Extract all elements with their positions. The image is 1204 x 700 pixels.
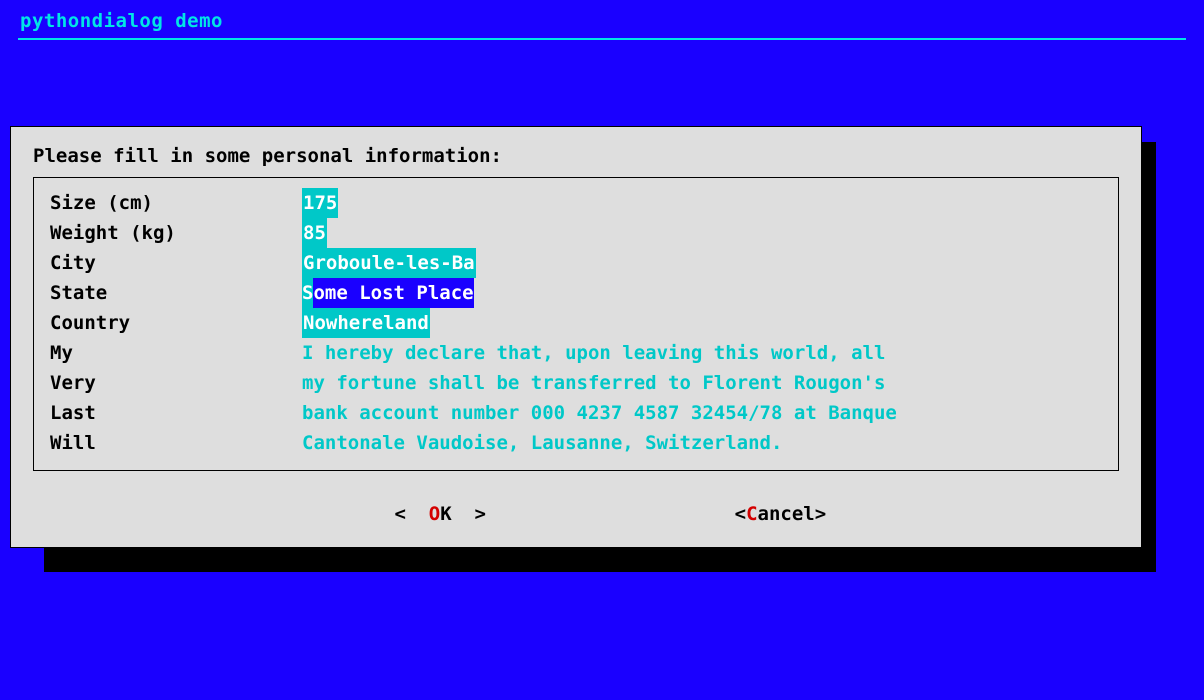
label-country: Country xyxy=(50,308,302,338)
cancel-open-bracket: < xyxy=(735,503,746,525)
field-row-state: State S ome Lost Place xyxy=(50,278,1102,308)
cancel-rest: ancel xyxy=(758,503,815,525)
will-line-0[interactable]: I hereby declare that, upon leaving this… xyxy=(302,338,1102,368)
label-weight: Weight (kg) xyxy=(50,218,302,248)
input-weight[interactable]: 85 xyxy=(302,218,327,248)
ok-open-bracket: < xyxy=(394,503,428,525)
app-title: pythondialog demo xyxy=(0,0,1204,36)
input-size[interactable]: 175 xyxy=(302,188,338,218)
dialog-prompt: Please fill in some personal information… xyxy=(33,145,1119,167)
will-row-2: Last bank account number 000 4237 4587 3… xyxy=(50,398,1102,428)
will-line-2[interactable]: bank account number 000 4237 4587 32454/… xyxy=(302,398,1102,428)
label-will-0: My xyxy=(50,338,302,368)
input-state[interactable]: S ome Lost Place xyxy=(302,278,474,308)
input-city[interactable]: Groboule-les-Ba xyxy=(302,248,476,278)
ok-rest: K xyxy=(440,503,451,525)
ok-button[interactable]: < OK > xyxy=(326,481,486,547)
field-row-weight: Weight (kg) 85 xyxy=(50,218,1102,248)
label-city: City xyxy=(50,248,302,278)
state-rest-text: ome Lost Place xyxy=(313,278,473,308)
form-dialog: Please fill in some personal information… xyxy=(10,126,1142,548)
will-row-1: Very my fortune shall be transferred to … xyxy=(50,368,1102,398)
form-container: Size (cm) 175 Weight (kg) 85 City Grobou… xyxy=(33,177,1119,471)
state-cursor-char: S xyxy=(302,278,313,308)
ok-close-bracket: > xyxy=(452,503,486,525)
will-line-1[interactable]: my fortune shall be transferred to Flore… xyxy=(302,368,1102,398)
label-size: Size (cm) xyxy=(50,188,302,218)
field-row-city: City Groboule-les-Ba xyxy=(50,248,1102,278)
field-row-country: Country Nowhereland xyxy=(50,308,1102,338)
label-will-3: Will xyxy=(50,428,302,458)
input-country[interactable]: Nowhereland xyxy=(302,308,430,338)
will-line-3[interactable]: Cantonale Vaudoise, Lausanne, Switzerlan… xyxy=(302,428,1102,458)
will-row-3: Will Cantonale Vaudoise, Lausanne, Switz… xyxy=(50,428,1102,458)
ok-hotkey: O xyxy=(429,503,440,525)
label-state: State xyxy=(50,278,302,308)
cancel-button[interactable]: <Cancel> xyxy=(666,481,826,547)
label-will-1: Very xyxy=(50,368,302,398)
label-will-2: Last xyxy=(50,398,302,428)
title-underline xyxy=(18,38,1186,40)
will-row-0: My I hereby declare that, upon leaving t… xyxy=(50,338,1102,368)
cancel-hotkey: C xyxy=(746,503,757,525)
cancel-close-bracket: > xyxy=(815,503,826,525)
field-row-size: Size (cm) 175 xyxy=(50,188,1102,218)
button-row: < OK > <Cancel> xyxy=(33,481,1119,551)
